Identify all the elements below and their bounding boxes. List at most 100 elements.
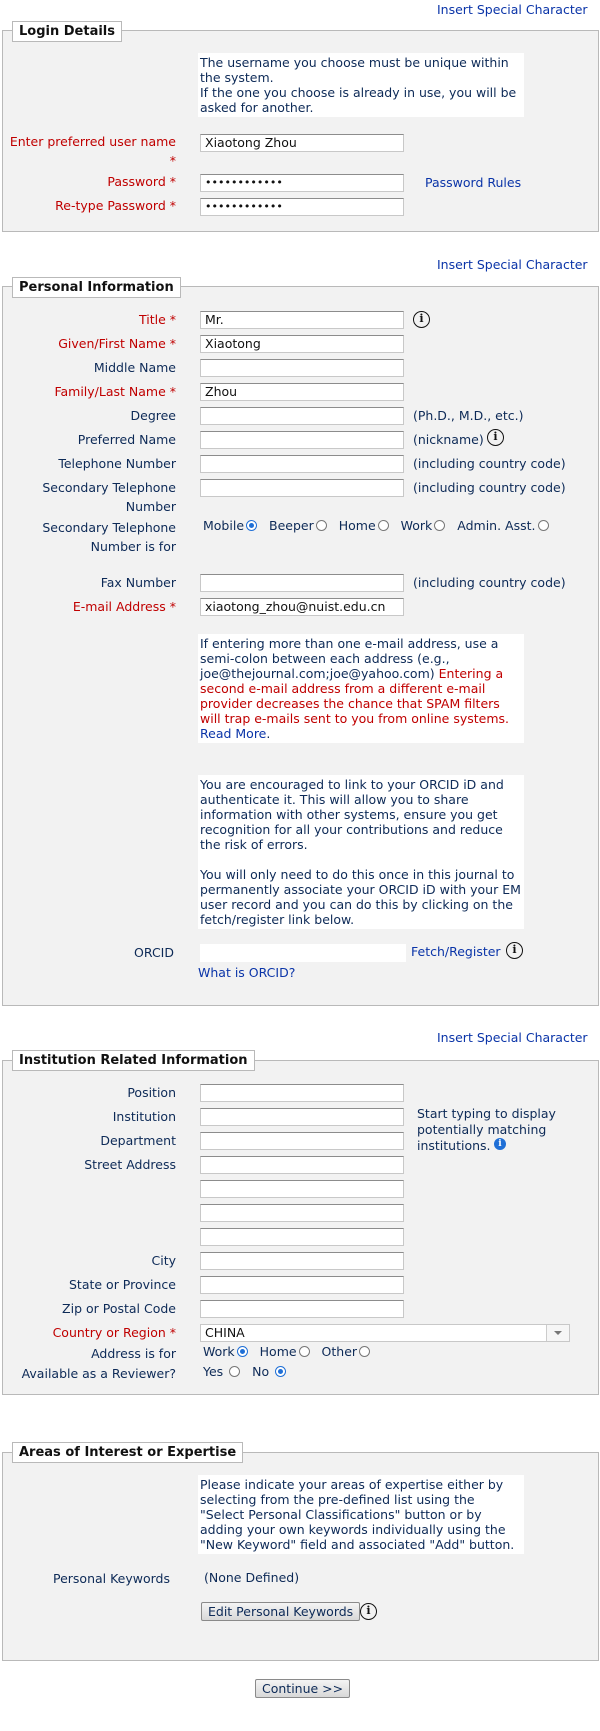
reviewer-options: Yes No xyxy=(203,1364,287,1379)
radio-mobile[interactable] xyxy=(246,520,258,531)
family-name-input[interactable]: Zhou xyxy=(200,383,404,401)
personal-information-legend: Personal Information xyxy=(12,277,181,298)
country-select[interactable]: CHINA xyxy=(200,1324,570,1342)
personal-keywords-value: (None Defined) xyxy=(204,1570,300,1585)
street-address-label: Street Address xyxy=(84,1157,176,1172)
username-info-box: The username you choose must be unique w… xyxy=(198,53,524,117)
radio-home[interactable] xyxy=(298,1346,310,1357)
radio-option-mobile[interactable]: Mobile xyxy=(203,518,258,533)
preferred-name-hint: (nickname) xyxy=(413,432,484,447)
title-label: Title * xyxy=(138,312,176,327)
telephone-label: Telephone Number xyxy=(58,456,176,471)
info-icon[interactable]: i xyxy=(487,429,504,446)
given-name-label: Given/First Name * xyxy=(58,336,176,351)
fax-hint: (including country code) xyxy=(413,575,566,590)
family-name-label: Family/Last Name * xyxy=(54,384,176,399)
secondary-telephone-hint: (including country code) xyxy=(413,480,566,495)
radio-home[interactable] xyxy=(377,520,389,531)
fax-input[interactable] xyxy=(200,574,404,592)
institution-legend: Institution Related Information xyxy=(12,1050,255,1071)
read-more-link[interactable]: Read More xyxy=(200,726,266,741)
fetch-register-link[interactable]: Fetch/Register xyxy=(411,944,501,959)
telephone-hint: (including country code) xyxy=(413,456,566,471)
department-label: Department xyxy=(100,1133,176,1148)
middle-name-input[interactable] xyxy=(200,359,404,377)
email-info-box: If entering more than one e-mail address… xyxy=(198,634,524,743)
insert-special-character-link[interactable]: Insert Special Character xyxy=(437,1030,588,1045)
info-icon[interactable]: i xyxy=(413,311,430,328)
insert-special-character-link[interactable]: Insert Special Character xyxy=(437,2,588,17)
retype-password-input[interactable]: •••••••••••• xyxy=(200,198,404,216)
info-icon[interactable]: i xyxy=(360,1603,377,1620)
street-address-input-2[interactable] xyxy=(200,1180,404,1198)
email-label: E-mail Address * xyxy=(72,599,176,614)
department-input[interactable] xyxy=(200,1132,404,1150)
radio-option-home[interactable]: Home xyxy=(260,1344,310,1359)
password-label: Password * xyxy=(107,174,176,189)
state-input[interactable] xyxy=(200,1276,404,1294)
orcid-info-box: You are encouraged to link to your ORCID… xyxy=(198,775,524,929)
street-address-input-4[interactable] xyxy=(200,1228,404,1246)
position-label: Position xyxy=(127,1085,176,1100)
radio-option-work[interactable]: Work xyxy=(401,518,446,533)
radio-work[interactable] xyxy=(236,1346,248,1357)
secondary-telephone-label: Secondary Telephone Number xyxy=(42,480,176,514)
areas-info-box: Please indicate your areas of expertise … xyxy=(198,1475,524,1554)
personal-keywords-label: Personal Keywords xyxy=(52,1571,170,1586)
telephone-input[interactable] xyxy=(200,455,404,473)
middle-name-label: Middle Name xyxy=(93,360,176,375)
institution-hint: Start typing to display potentially matc… xyxy=(417,1106,556,1153)
radio-yes[interactable] xyxy=(229,1366,241,1377)
street-address-input-1[interactable] xyxy=(200,1156,404,1174)
what-is-orcid-link[interactable]: What is ORCID? xyxy=(198,965,295,980)
radio-option-admin-asst[interactable]: Admin. Asst. xyxy=(457,518,549,533)
reviewer-label: Available as a Reviewer? xyxy=(21,1366,176,1381)
city-input[interactable] xyxy=(200,1252,404,1270)
radio-option-beeper[interactable]: Beeper xyxy=(269,518,327,533)
radio-other[interactable] xyxy=(359,1346,371,1357)
title-input[interactable]: Mr. xyxy=(200,311,404,329)
street-address-input-3[interactable] xyxy=(200,1204,404,1222)
info-icon[interactable]: i xyxy=(494,1138,506,1150)
login-details-legend: Login Details xyxy=(12,21,123,42)
continue-button[interactable]: Continue >> xyxy=(255,1679,351,1698)
retype-password-label: Re-type Password * xyxy=(55,198,176,213)
city-label: City xyxy=(151,1253,177,1268)
address-for-label: Address is for xyxy=(91,1346,176,1361)
radio-no[interactable] xyxy=(275,1366,287,1377)
radio-option-other[interactable]: Other xyxy=(322,1344,371,1359)
username-label: Enter preferred user name * xyxy=(9,134,176,168)
zip-input[interactable] xyxy=(200,1300,404,1318)
orcid-value xyxy=(200,944,406,962)
areas-of-interest-legend: Areas of Interest or Expertise xyxy=(12,1442,244,1463)
radio-admin-asst[interactable] xyxy=(537,520,549,531)
radio-option-no[interactable]: No xyxy=(252,1364,287,1379)
radio-option-home[interactable]: Home xyxy=(339,518,389,533)
email-input[interactable]: xiaotong_zhou@nuist.edu.cn xyxy=(200,598,404,616)
password-rules-link[interactable]: Password Rules xyxy=(425,175,521,190)
preferred-name-label: Preferred Name xyxy=(77,432,176,447)
radio-option-work[interactable]: Work xyxy=(203,1344,248,1359)
password-input[interactable]: •••••••••••• xyxy=(200,174,404,192)
position-input[interactable] xyxy=(200,1084,404,1102)
institution-input[interactable] xyxy=(200,1108,404,1126)
fax-label: Fax Number xyxy=(100,575,176,590)
edit-personal-keywords-button[interactable]: Edit Personal Keywords xyxy=(201,1602,361,1621)
address-for-options: Work Home Other xyxy=(203,1344,371,1359)
given-name-input[interactable]: Xiaotong xyxy=(200,335,404,353)
degree-input[interactable] xyxy=(200,407,404,425)
radio-beeper[interactable] xyxy=(315,520,327,531)
info-icon[interactable]: i xyxy=(506,942,523,959)
chevron-down-icon[interactable] xyxy=(546,1325,569,1341)
institution-label: Institution xyxy=(112,1109,176,1124)
secondary-telephone-input[interactable] xyxy=(200,479,404,497)
orcid-label: ORCID xyxy=(134,945,174,960)
preferred-name-input[interactable] xyxy=(200,431,404,449)
radio-work[interactable] xyxy=(434,520,446,531)
state-label: State or Province xyxy=(68,1277,176,1292)
username-input[interactable]: Xiaotong Zhou xyxy=(200,134,404,152)
insert-special-character-link[interactable]: Insert Special Character xyxy=(437,257,588,272)
zip-label: Zip or Postal Code xyxy=(62,1301,176,1316)
radio-option-yes[interactable]: Yes xyxy=(203,1364,241,1379)
degree-hint: (Ph.D., M.D., etc.) xyxy=(413,408,524,423)
